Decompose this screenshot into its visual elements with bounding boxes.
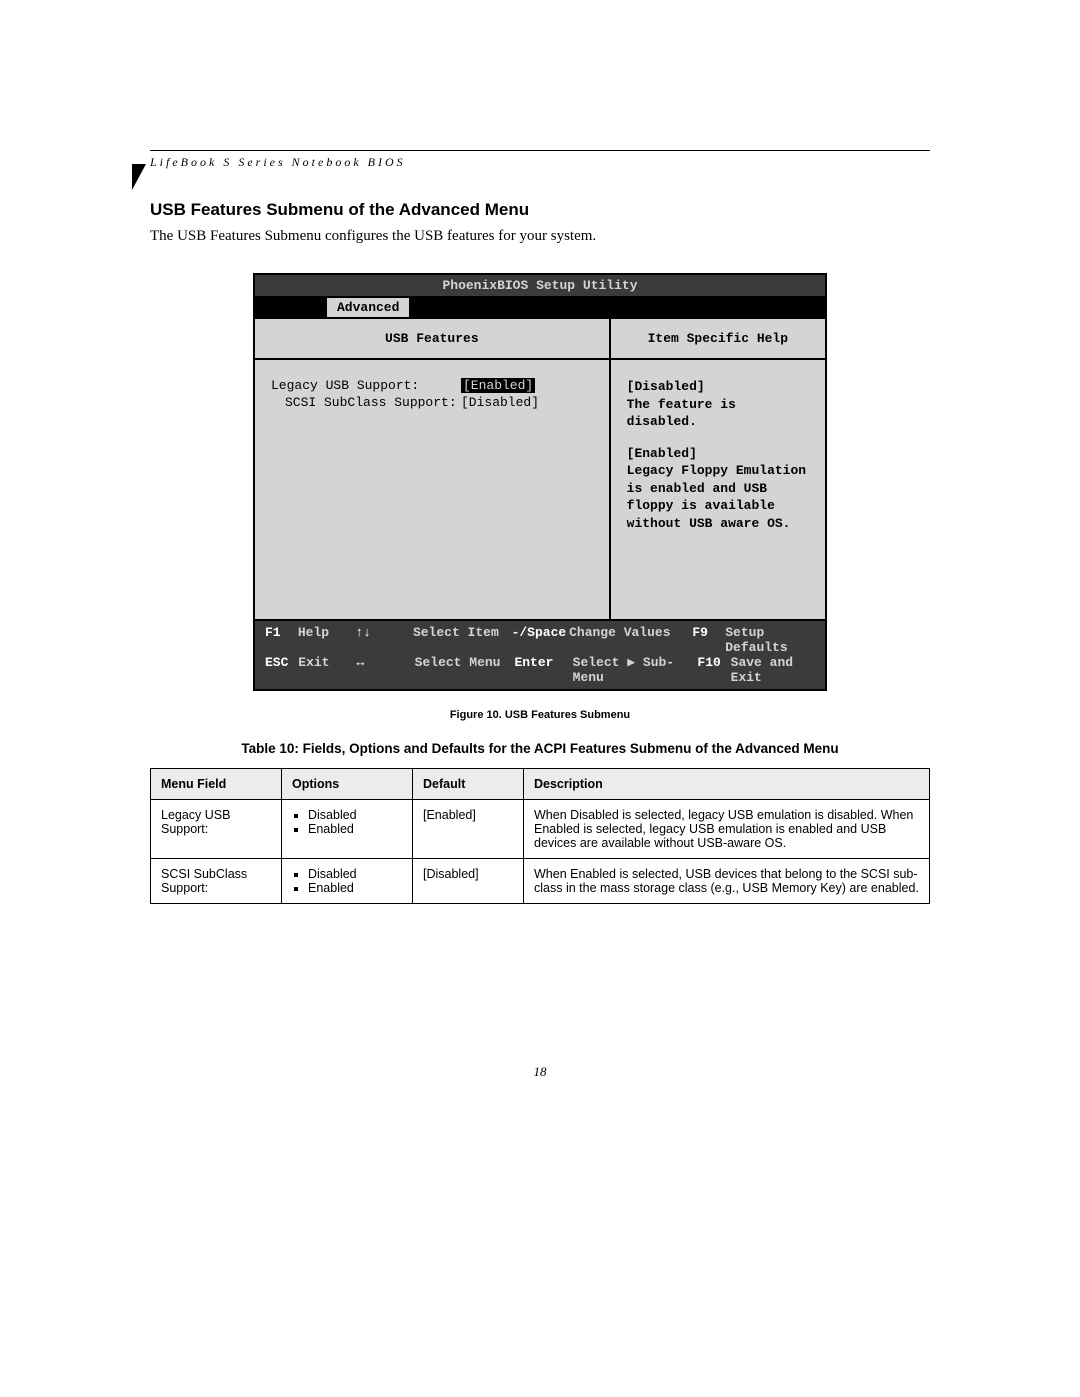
- option-item: Enabled: [308, 822, 402, 836]
- footer-key: F1: [265, 625, 298, 655]
- table-row: Legacy USB Support: Disabled Enabled [En…: [151, 800, 930, 859]
- table-caption: Table 10: Fields, Options and Defaults f…: [150, 741, 930, 756]
- setting-label: Legacy USB Support:: [271, 378, 461, 393]
- table-row: SCSI SubClass Support: Disabled Enabled …: [151, 859, 930, 904]
- bios-body: USB Features Legacy USB Support: [Enable…: [255, 317, 825, 619]
- setting-row[interactable]: SCSI SubClass Support: [Disabled]: [271, 395, 593, 410]
- col-default: Default: [413, 769, 524, 800]
- bios-window: PhoenixBIOS Setup Utility Advanced USB F…: [253, 273, 827, 691]
- setting-value[interactable]: [Enabled]: [461, 378, 535, 393]
- footer-key: F10: [697, 655, 730, 685]
- footer-action: Select Item: [413, 625, 512, 655]
- bios-left-title: USB Features: [255, 319, 609, 360]
- cell-options: Disabled Enabled: [282, 859, 413, 904]
- help-line: The feature is disabled.: [627, 396, 809, 431]
- col-menu-field: Menu Field: [151, 769, 282, 800]
- cell-field: SCSI SubClass Support:: [151, 859, 282, 904]
- bios-title: PhoenixBIOS Setup Utility: [255, 275, 825, 298]
- bios-help-content: [Disabled] The feature is disabled. [Ena…: [611, 360, 825, 619]
- cell-field: Legacy USB Support:: [151, 800, 282, 859]
- bios-settings: Legacy USB Support: [Enabled] SCSI SubCl…: [255, 360, 609, 619]
- footer-action: Save and Exit: [731, 655, 815, 685]
- setting-row[interactable]: Legacy USB Support: [Enabled]: [271, 378, 593, 393]
- page-number: 18: [150, 1064, 930, 1120]
- footer-action: Select ▶ Sub-Menu: [573, 655, 698, 685]
- bios-menubar: Advanced: [255, 298, 825, 317]
- bios-left-pane: USB Features Legacy USB Support: [Enable…: [255, 319, 611, 619]
- bios-help-title: Item Specific Help: [611, 319, 825, 360]
- help-line: [Enabled]: [627, 445, 809, 463]
- footer-action: Select Menu: [415, 655, 515, 685]
- footer-key: ↑↓: [355, 625, 413, 655]
- footer-key: -/Space: [512, 625, 570, 655]
- bios-footer: F1 Help ↑↓ Select Item -/Space Change Va…: [255, 619, 825, 689]
- bios-footer-row: F1 Help ↑↓ Select Item -/Space Change Va…: [265, 625, 815, 655]
- cell-description: When Disabled is selected, legacy USB em…: [524, 800, 930, 859]
- help-line: [Disabled]: [627, 378, 809, 396]
- option-item: Disabled: [308, 867, 402, 881]
- cell-default: [Enabled]: [413, 800, 524, 859]
- running-head: LifeBook S Series Notebook BIOS: [150, 150, 930, 170]
- help-line: is enabled and USB: [627, 480, 809, 498]
- footer-action: Exit: [298, 655, 356, 685]
- help-line: Legacy Floppy Emulation: [627, 462, 809, 480]
- bios-tab-advanced[interactable]: Advanced: [327, 298, 409, 317]
- spec-table: Menu Field Options Default Description L…: [150, 768, 930, 904]
- section-title: USB Features Submenu of the Advanced Men…: [150, 200, 930, 220]
- figure-caption: Figure 10. USB Features Submenu: [150, 709, 930, 721]
- option-item: Enabled: [308, 881, 402, 895]
- setting-value[interactable]: [Disabled]: [461, 395, 539, 410]
- page: LifeBook S Series Notebook BIOS USB Feat…: [150, 150, 930, 1120]
- help-line-blank: [627, 431, 809, 445]
- footer-key: F9: [692, 625, 725, 655]
- bios-footer-row: ESC Exit ↔ Select Menu Enter Select ▶ Su…: [265, 655, 815, 685]
- help-line: floppy is available: [627, 497, 809, 515]
- running-head-text: LifeBook S Series Notebook BIOS: [150, 155, 930, 170]
- setting-label: SCSI SubClass Support:: [285, 395, 461, 410]
- col-options: Options: [282, 769, 413, 800]
- cell-default: [Disabled]: [413, 859, 524, 904]
- cell-description: When Enabled is selected, USB devices th…: [524, 859, 930, 904]
- option-item: Disabled: [308, 808, 402, 822]
- footer-action: Change Values: [569, 625, 692, 655]
- footer-key: Enter: [514, 655, 572, 685]
- footer-action: Help: [298, 625, 356, 655]
- table-header-row: Menu Field Options Default Description: [151, 769, 930, 800]
- footer-key: ↔: [356, 655, 414, 685]
- col-description: Description: [524, 769, 930, 800]
- bios-right-pane: Item Specific Help [Disabled] The featur…: [611, 319, 825, 619]
- header-triangle-icon: [132, 164, 146, 190]
- intro-paragraph: The USB Features Submenu configures the …: [150, 228, 930, 245]
- help-line: without USB aware OS.: [627, 515, 809, 533]
- footer-key: ESC: [265, 655, 298, 685]
- footer-action: Setup Defaults: [725, 625, 815, 655]
- cell-options: Disabled Enabled: [282, 800, 413, 859]
